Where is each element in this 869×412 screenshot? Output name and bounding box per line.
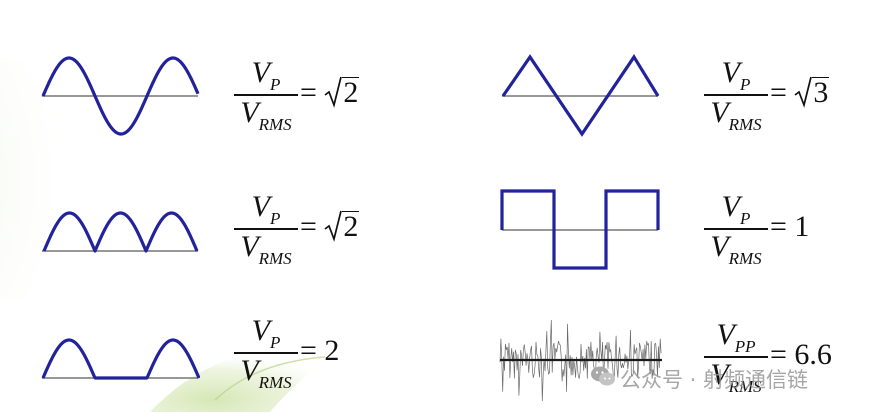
denominator: VRMS <box>710 230 762 268</box>
formula-result: = 3 <box>770 76 830 110</box>
denominator: VRMS <box>240 96 292 134</box>
half-wave-rectified-plot <box>41 338 200 380</box>
square-root: 3 <box>794 76 830 110</box>
triangle-wave-plot <box>501 54 660 137</box>
denominator: VRMS <box>710 96 762 134</box>
half-wave-rectified-waveform <box>41 338 200 380</box>
denominator: VRMS <box>240 354 292 392</box>
full-wave-rectified-waveform <box>42 211 199 253</box>
fraction: VP VRMS <box>234 314 298 392</box>
radical-sign-icon <box>324 76 343 108</box>
denominator: VRMS <box>240 230 292 268</box>
fraction: VP VRMS <box>234 56 298 134</box>
numerator: VPP <box>716 318 756 356</box>
formula-result: = 2 <box>300 210 360 244</box>
fraction: VP VRMS <box>704 56 768 134</box>
radical-sign-icon <box>794 76 813 108</box>
numerator: VP <box>721 56 751 94</box>
sine-wave-plot <box>41 56 200 136</box>
numerator: VP <box>721 190 751 228</box>
square-wave-plot <box>500 189 660 270</box>
formula-result: = 2 <box>300 334 340 367</box>
square-root: 2 <box>324 210 360 244</box>
square-root: 2 <box>324 76 360 110</box>
numerator: VP <box>251 56 281 94</box>
formula-result: = 2 <box>300 76 360 110</box>
numerator: VP <box>251 190 281 228</box>
numerator: VP <box>251 314 281 352</box>
full-wave-rectified-plot <box>42 211 199 253</box>
fraction: VP VRMS <box>704 190 768 268</box>
formula-result: = 1 <box>770 210 810 243</box>
radical-sign-icon <box>324 210 343 242</box>
watermark-text: 公众号 · 射频通信链 <box>620 368 809 392</box>
wechat-icon <box>591 366 615 386</box>
fraction: VP VRMS <box>234 190 298 268</box>
